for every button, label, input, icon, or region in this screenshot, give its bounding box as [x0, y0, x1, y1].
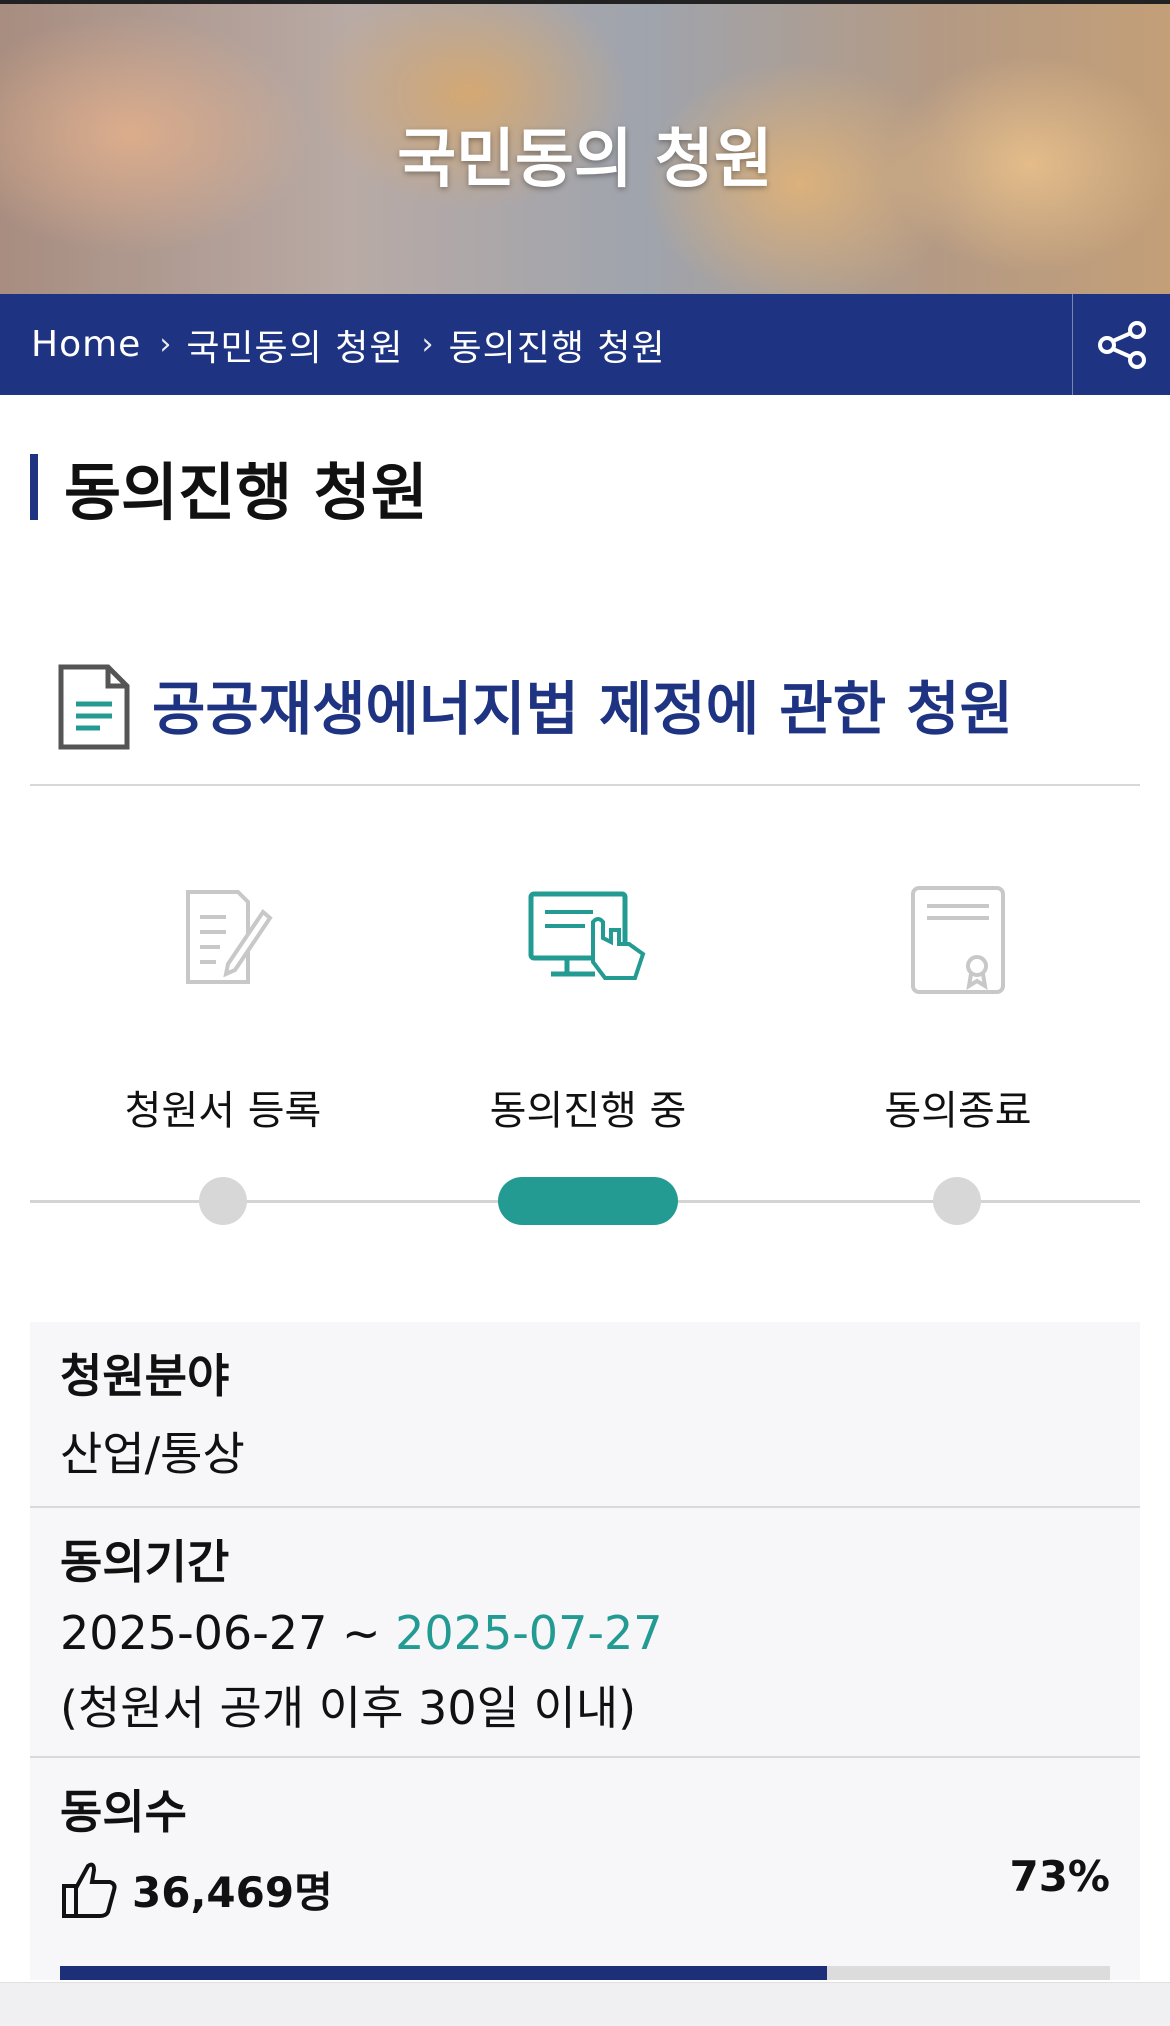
- document-icon: [58, 664, 130, 750]
- thumbs-up-icon: [62, 1862, 117, 1918]
- period-label: 동의기간: [60, 1535, 230, 1589]
- period-end: 2025-07-27: [395, 1606, 663, 1660]
- period-start: 2025-06-27: [60, 1606, 328, 1660]
- chevron-right-icon: ›: [159, 327, 173, 362]
- field-value: 산업/통상: [60, 1427, 245, 1481]
- step-dot-closed: [933, 1177, 981, 1225]
- agree-label: 동의수: [60, 1785, 187, 1839]
- step-label: 동의종료: [884, 1088, 1032, 1134]
- field-label: 청원분야: [60, 1349, 230, 1403]
- agree-progress-fill: [60, 1966, 827, 1980]
- period-note: (청원서 공개 이후 30일 이내): [60, 1681, 637, 1735]
- petition-header: 공공재생에너지법 제정에 관한 청원: [30, 640, 1140, 786]
- step-indicator-active: [498, 1177, 678, 1225]
- petition-info: 청원분야 산업/통상 동의기간 2025-06-27 ~ 2025-07-27 …: [30, 1322, 1140, 1980]
- info-row-agree: 동의수 36,469명 73%: [30, 1758, 1140, 1980]
- hero-title: 국민동의 청원: [397, 123, 773, 197]
- page-title: 동의진행 청원: [64, 456, 428, 529]
- step-label: 청원서 등록: [124, 1088, 322, 1134]
- chevron-right-icon: ›: [421, 327, 435, 362]
- title-accent-bar: [30, 454, 38, 520]
- hero-banner: 국민동의 청원: [0, 0, 1170, 294]
- bottom-bar: [0, 1982, 1170, 2026]
- monitor-hand-icon: [528, 891, 646, 980]
- pen-document-icon: [186, 890, 273, 984]
- breadcrumb-petition[interactable]: 국민동의 청원: [186, 319, 403, 371]
- progress-steps: 청원서 등록 동의진행 중 동의종료: [30, 860, 1140, 1260]
- info-row-period: 동의기간 2025-06-27 ~ 2025-07-27 (청원서 공개 이후 …: [30, 1508, 1140, 1758]
- breadcrumb-current[interactable]: 동의진행 청원: [448, 319, 665, 371]
- period-dates: 2025-06-27 ~ 2025-07-27: [60, 1606, 662, 1660]
- agree-count-wrap: 36,469명: [60, 1858, 333, 1920]
- breadcrumb-home[interactable]: Home: [31, 324, 141, 365]
- breadcrumb-bar: Home › 국민동의 청원 › 동의진행 청원: [0, 294, 1170, 395]
- period-separator: ~: [341, 1606, 381, 1660]
- step-label: 동의진행 중: [489, 1088, 687, 1134]
- info-row-field: 청원분야 산업/통상: [30, 1322, 1140, 1508]
- petition-title: 공공재생에너지법 제정에 관한 청원: [152, 675, 1013, 743]
- agree-progress-bar: [60, 1966, 1110, 1980]
- breadcrumb: Home › 국민동의 청원 › 동의진행 청원: [31, 294, 666, 395]
- share-icon: [1097, 320, 1146, 369]
- page-heading: 동의진행 청원: [30, 452, 428, 529]
- step-dot-register: [199, 1177, 247, 1225]
- certificate-icon: [911, 886, 1005, 994]
- share-button[interactable]: [1072, 294, 1170, 395]
- agree-percent: 73%: [1009, 1852, 1110, 1901]
- agree-count: 36,469명: [132, 1867, 333, 1917]
